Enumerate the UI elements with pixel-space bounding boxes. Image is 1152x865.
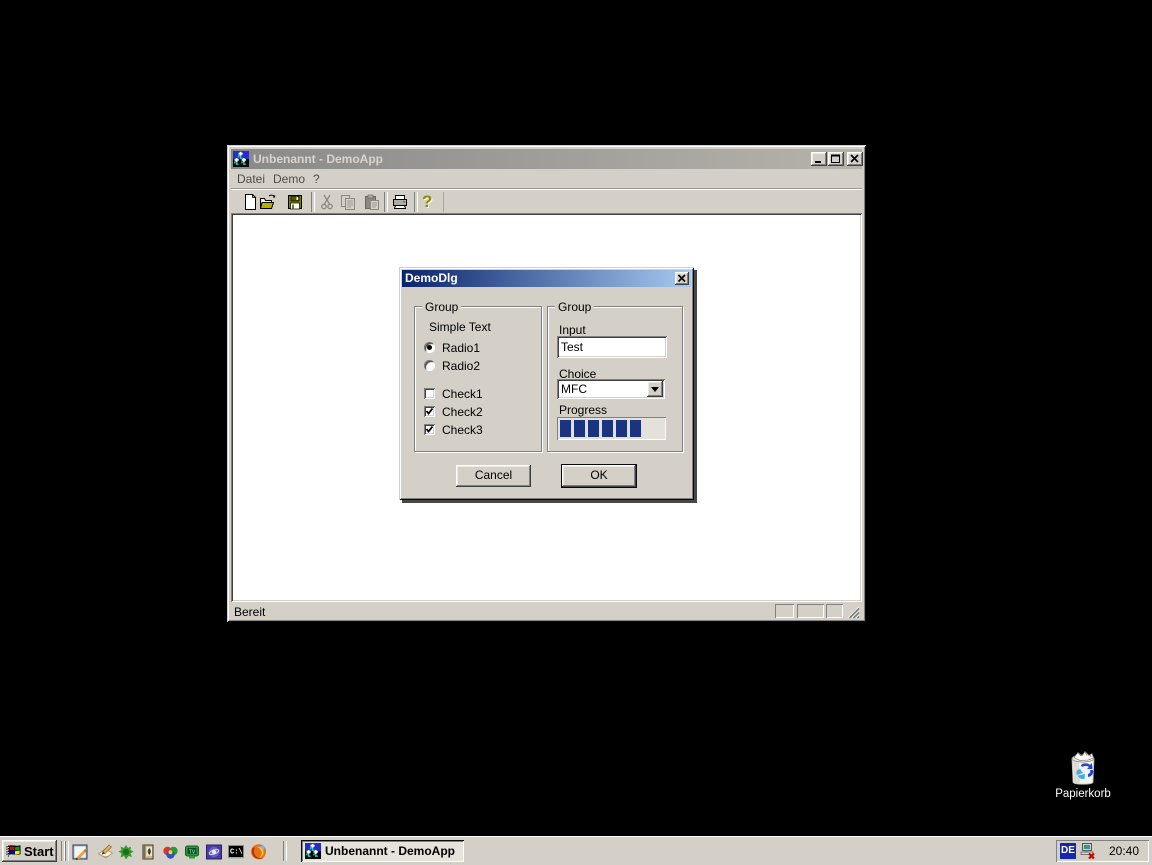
svg-text:TV: TV bbox=[189, 850, 196, 856]
svg-text:C:\: C:\ bbox=[230, 849, 243, 857]
